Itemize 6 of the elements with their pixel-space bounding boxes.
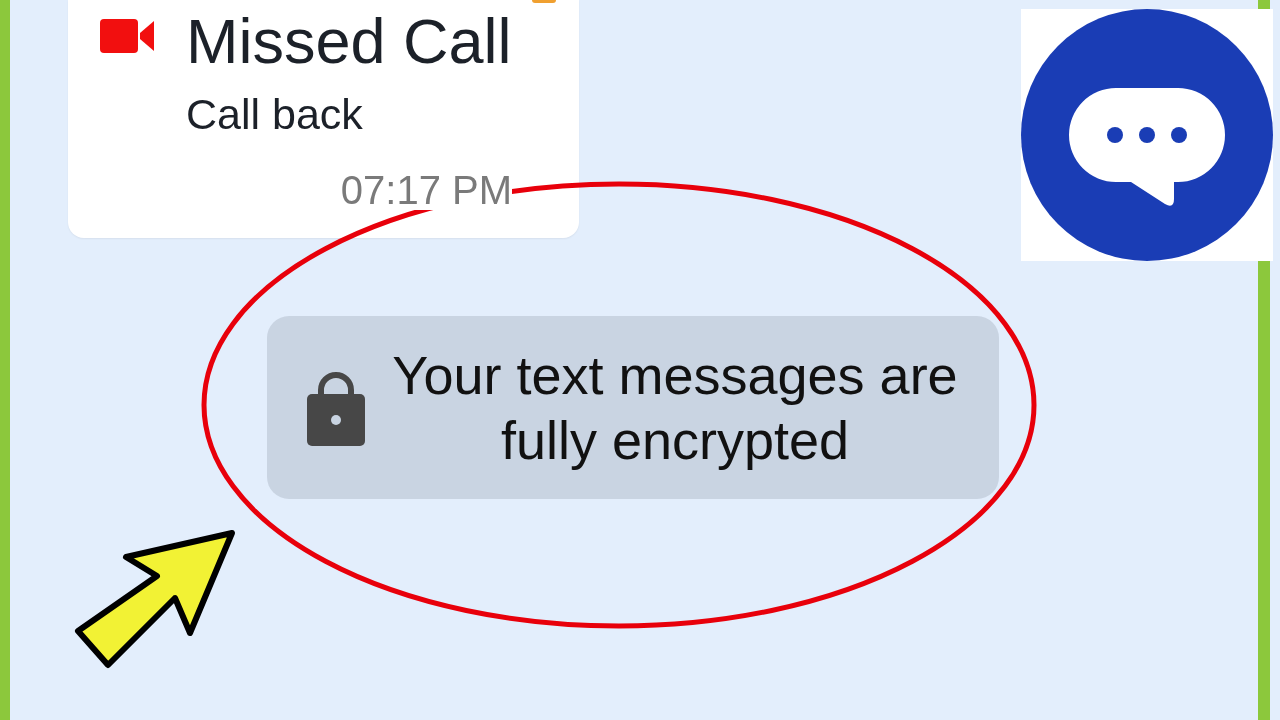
- call-title: Missed Call: [186, 10, 512, 73]
- speech-bubble-icon: [1021, 9, 1273, 261]
- encryption-text: Your text messages are fully encrypted: [391, 343, 959, 472]
- call-back-button[interactable]: Call back: [186, 93, 363, 136]
- lock-icon: [307, 369, 365, 446]
- video-camera-icon: [100, 19, 154, 53]
